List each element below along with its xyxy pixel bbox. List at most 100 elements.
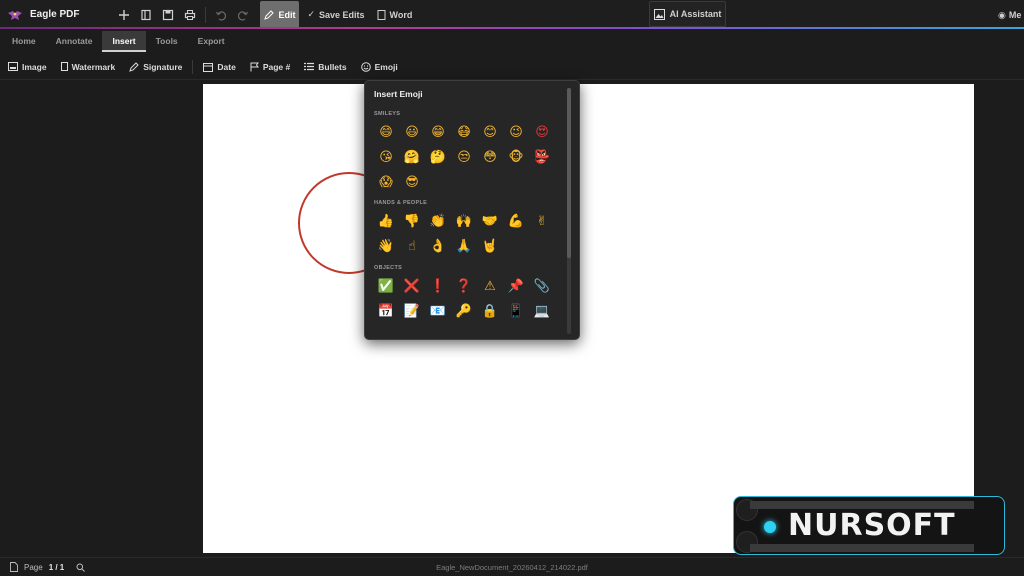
emoji-item[interactable]: 🙏 — [451, 234, 477, 259]
print-button[interactable] — [179, 4, 201, 26]
smiley-icon — [360, 61, 371, 72]
emoji-item[interactable]: 🤔 — [425, 145, 451, 170]
emoji-item[interactable]: ❗ — [425, 274, 451, 299]
emoji-item[interactable]: 🤘 — [477, 234, 503, 259]
redo-button[interactable] — [232, 4, 254, 26]
flag-icon — [250, 62, 259, 71]
emoji-scrollbar-thumb[interactable] — [567, 88, 571, 258]
insert-page-number-button[interactable]: Page # — [250, 62, 290, 72]
tab-tools[interactable]: Tools — [146, 31, 188, 52]
watermark-text: NURSOFT — [788, 508, 956, 543]
edit-button[interactable]: Edit — [260, 1, 300, 28]
insert-signature-button[interactable]: Signature — [129, 62, 182, 72]
watermark-icon — [60, 62, 68, 71]
title-bar: Eagle PDF Edit ✓ Save Edits Word AI Assi… — [0, 0, 1024, 29]
nursoft-watermark: NURSOFT — [733, 496, 1005, 555]
emoji-item[interactable]: 😊 — [477, 120, 503, 145]
ai-assistant-button[interactable]: AI Assistant — [649, 1, 726, 27]
emoji-item[interactable]: ✌ — [529, 209, 555, 234]
emoji-item[interactable]: 📅 — [373, 299, 399, 324]
emoji-item[interactable]: 🐵 — [503, 145, 529, 170]
emoji-item[interactable]: 😘 — [373, 145, 399, 170]
date-label: Date — [217, 61, 236, 72]
list-icon — [304, 62, 315, 71]
save-edits-label: Save Edits — [319, 9, 365, 20]
emoji-item[interactable]: 😱 — [373, 170, 399, 195]
tab-home[interactable]: Home — [2, 31, 46, 52]
emoji-item[interactable]: 🔒 — [477, 299, 503, 324]
signature-label: Signature — [143, 61, 183, 72]
watermark-dot — [764, 521, 776, 533]
emoji-item[interactable]: ⚠ — [477, 274, 503, 299]
open-file-button[interactable] — [135, 4, 157, 26]
account-label: Me — [1008, 10, 1022, 20]
page-number-label: Page # — [262, 61, 291, 72]
emoji-item[interactable]: 😎 — [399, 170, 425, 195]
edit-button-label: Edit — [278, 9, 296, 20]
emoji-item[interactable]: 💻 — [529, 299, 555, 324]
check-icon: ✓ — [307, 9, 316, 19]
word-export-button[interactable]: Word — [377, 4, 413, 26]
undo-button[interactable] — [210, 4, 232, 26]
save-button[interactable] — [157, 4, 179, 26]
emoji-item[interactable]: 😒 — [451, 145, 477, 170]
tab-export[interactable]: Export — [188, 31, 235, 52]
emoji-item[interactable]: 🙌 — [451, 209, 477, 234]
emoji-item[interactable]: 🤝 — [477, 209, 503, 234]
emoji-item[interactable]: 🤗 — [399, 145, 425, 170]
emoji-item[interactable]: 📱 — [503, 299, 529, 324]
new-document-button[interactable] — [113, 4, 135, 26]
emoji-item[interactable]: ☝ — [399, 234, 425, 259]
insert-watermark-button[interactable]: Watermark — [60, 62, 115, 72]
signature-pen-icon — [129, 61, 139, 72]
ai-assistant-label: AI Assistant — [669, 9, 722, 19]
insert-bullets-button[interactable]: Bullets — [304, 61, 347, 72]
emoji-item[interactable]: ✅ — [373, 274, 399, 299]
printer-icon — [185, 9, 196, 20]
category-label-smileys: SMILEYS — [374, 111, 401, 117]
emoji-item[interactable]: 😁 — [425, 120, 451, 145]
account-button[interactable]: ◉ Me — [998, 4, 1024, 26]
image-ai-icon — [653, 8, 665, 20]
save-edits-button[interactable]: ✓ Save Edits — [307, 4, 364, 26]
emoji-item[interactable]: 📌 — [503, 274, 529, 299]
insert-date-button[interactable]: Date — [203, 61, 236, 72]
emoji-item[interactable]: 👌 — [425, 234, 451, 259]
emoji-item[interactable]: ❌ — [399, 274, 425, 299]
emoji-grid-objects: ✅ ❌ ❗ ❓ ⚠ 📌 📎 📅 📝 📧 🔑 🔒 📱 💻 — [373, 274, 563, 324]
insert-image-button[interactable]: Image — [8, 62, 47, 72]
emoji-item[interactable]: 📎 — [529, 274, 555, 299]
watermark-bar — [750, 544, 974, 552]
eagle-logo-icon — [7, 7, 23, 23]
emoji-item[interactable]: 😳 — [477, 145, 503, 170]
emoji-item[interactable]: 😄 — [373, 120, 399, 145]
insert-emoji-button[interactable]: Emoji — [360, 61, 398, 72]
emoji-item[interactable]: 😃 — [399, 120, 425, 145]
emoji-item[interactable]: 🔑 — [451, 299, 477, 324]
emoji-item[interactable]: 😍 — [529, 120, 555, 145]
calendar-icon — [203, 62, 214, 72]
toolbar-divider — [205, 6, 207, 23]
tab-insert[interactable]: Insert — [102, 31, 146, 52]
plus-icon — [119, 9, 130, 20]
emoji-item[interactable]: 👏 — [425, 209, 451, 234]
status-bar: Page 1 / 1 Eagle_NewDocument_20260412_21… — [0, 557, 1024, 576]
emoji-item[interactable]: 😷 — [451, 120, 477, 145]
emoji-scrollbar[interactable] — [567, 88, 571, 334]
emoji-item[interactable]: 💪 — [503, 209, 529, 234]
pdf-page[interactable] — [203, 84, 974, 553]
emoji-item[interactable]: 📝 — [399, 299, 425, 324]
emoji-item[interactable]: 😉 — [503, 120, 529, 145]
emoji-item[interactable]: 👋 — [373, 234, 399, 259]
emoji-item[interactable]: 📧 — [425, 299, 451, 324]
redo-icon — [238, 10, 249, 20]
emoji-item[interactable]: 👍 — [373, 209, 399, 234]
open-file-icon — [141, 9, 152, 20]
bullets-label: Bullets — [318, 61, 347, 72]
tab-annotate[interactable]: Annotate — [46, 31, 103, 52]
emoji-item[interactable]: ❓ — [451, 274, 477, 299]
emoji-item[interactable]: 👎 — [399, 209, 425, 234]
word-label: Word — [389, 9, 413, 20]
app-title: Eagle PDF — [30, 9, 80, 20]
emoji-item[interactable]: 👺 — [529, 145, 555, 170]
